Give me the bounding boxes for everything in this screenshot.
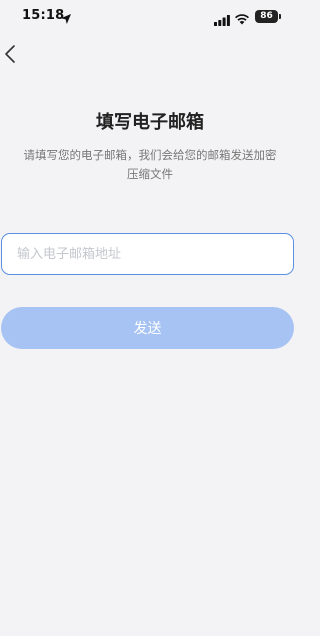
page-title: 填写电子邮箱: [96, 112, 204, 133]
battery-tip: [279, 14, 281, 19]
send-button[interactable]: 发送: [1, 307, 294, 349]
page-subtitle: 请填写您的电子邮箱，我们会给您的邮箱发送加密压缩文件: [23, 148, 277, 181]
back-button[interactable]: [0, 40, 24, 68]
chevron-left-icon: [5, 45, 15, 63]
wifi-icon: [234, 10, 250, 25]
email-field-container: [1, 233, 294, 275]
email-entry-screen: 15:18 86 填写电子邮箱 请填写您的电子邮箱，我们会给您的邮箱发送加密压缩…: [0, 0, 300, 636]
status-time: 15:18: [22, 8, 65, 23]
email-input[interactable]: [2, 234, 293, 274]
status-bar: 15:18 86: [0, 0, 300, 34]
cellular-signal-icon: [214, 11, 230, 26]
location-arrow-icon: [60, 10, 72, 24]
battery-indicator: 86: [255, 10, 278, 23]
